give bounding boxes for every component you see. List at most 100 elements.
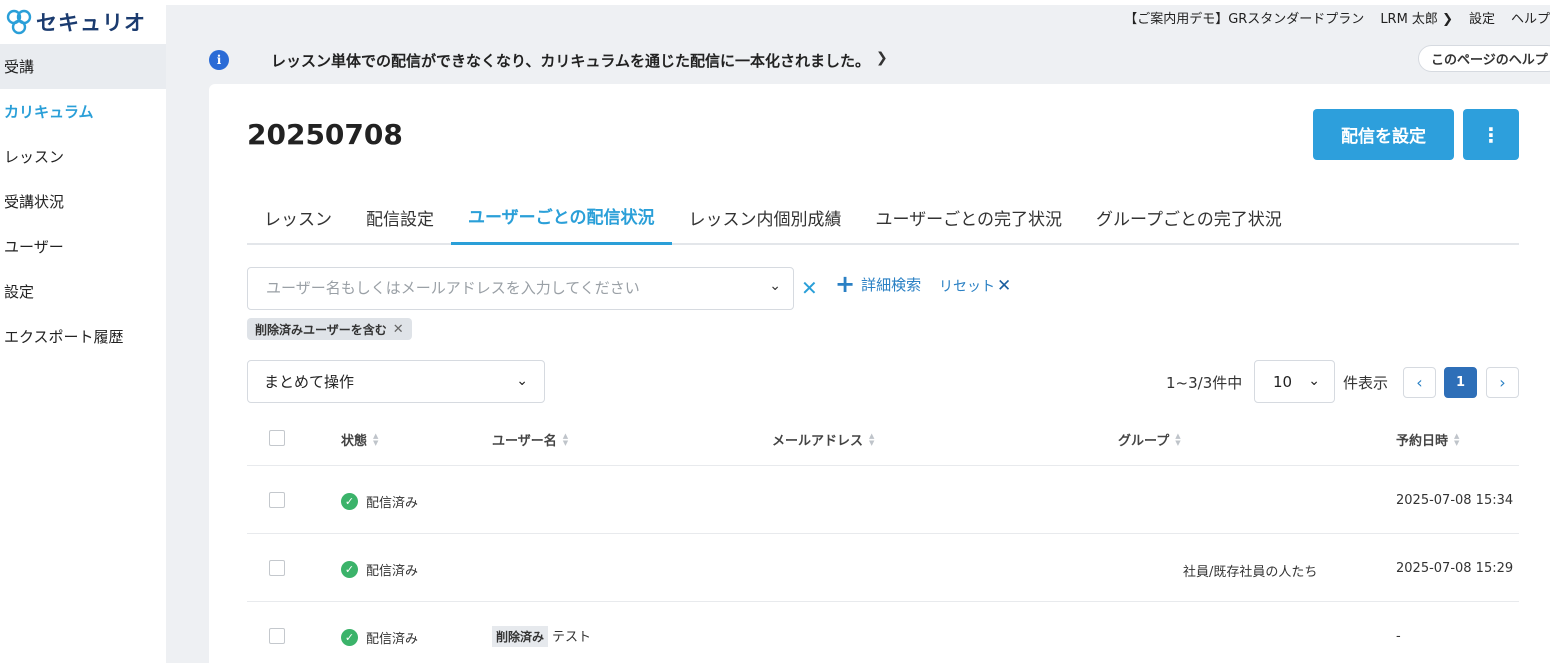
notice-text: レッスン単体での配信ができなくなり、カリキュラムを通じた配信に一本化されました。 <box>271 52 870 70</box>
group-cell: 社員/既存社員の人たち <box>1183 565 1318 580</box>
sidebar-item-label: レッスン <box>4 148 65 166</box>
plus-icon: + <box>835 270 856 298</box>
reserved-cell: 2025-07-08 15:29 <box>1396 561 1514 576</box>
remove-chip-icon[interactable]: ✕ <box>393 322 404 337</box>
main-card: 20250708 配信を設定 ⋮ レッスン 配信設定 ユーザーごとの配信状況 レ… <box>209 84 1550 663</box>
chip-label: 削除済みユーザーを含む <box>255 322 387 337</box>
table-header: 状態 ▲ ▼ ユーザー名 ▲ ▼ メールアドレス ▲ ▼ グループ ▲ ▼ 予約日時 ▲… <box>247 406 1519 466</box>
tab-lesson[interactable]: レッスン <box>247 189 349 245</box>
logo-people-icon <box>4 8 34 36</box>
page-help-button[interactable]: このページのヘルプ <box>1418 45 1550 72</box>
sort-icon: ▲ ▼ <box>1454 431 1460 447</box>
bulk-action-select[interactable]: まとめて操作 ⌄ <box>247 360 545 403</box>
user-search-select[interactable]: ⌄ <box>247 267 794 310</box>
reset-button[interactable]: リセット ✕ <box>939 276 1011 296</box>
sidebar-item-lesson[interactable]: レッスン <box>0 134 166 179</box>
delivery-table: 状態 ▲ ▼ ユーザー名 ▲ ▼ メールアドレス ▲ ▼ グループ ▲ ▼ 予約日時 ▲… <box>247 406 1519 663</box>
top-right-menu: 【ご案内用デモ】GRスタンダードプラン LRM 太郎 ❯ 設定 ヘルプ <box>1124 8 1550 27</box>
settings-link[interactable]: 設定 <box>1469 8 1495 27</box>
check-circle-icon: ✓ <box>341 493 358 510</box>
status-text: 配信済み <box>366 564 419 579</box>
sidebar-item-label: 設定 <box>4 283 35 301</box>
status-cell: ✓ 配信済み <box>341 492 418 511</box>
tab-bar: レッスン 配信設定 ユーザーごとの配信状況 レッスン内個別成績 ユーザーごとの完… <box>247 189 1519 245</box>
chevron-down-icon: ⌄ <box>1308 373 1320 389</box>
sidebar-item-curriculum[interactable]: カリキュラム <box>0 89 166 134</box>
header-reserved[interactable]: 予約日時 ▲ ▼ <box>1396 430 1459 449</box>
reset-label: リセット <box>939 279 995 295</box>
tab-user-completion[interactable]: ユーザーごとの完了状況 <box>859 189 1080 245</box>
user-name[interactable]: テスト <box>552 630 591 645</box>
table-row: ✓ 配信済み 2025-07-08 15:34 <box>247 466 1519 534</box>
page-1-button[interactable]: 1 <box>1444 367 1477 398</box>
sidebar-item-label: カリキュラム <box>4 103 94 121</box>
next-page-button[interactable]: › <box>1486 367 1519 398</box>
clear-search-icon[interactable]: ✕ <box>801 276 818 300</box>
status-cell: ✓ 配信済み <box>341 628 418 647</box>
sidebar-item-label: ユーザー <box>4 238 64 256</box>
table-row: ✓ 配信済み 削除済み テスト - <box>247 602 1519 663</box>
page-size-select[interactable]: 10 ⌄ <box>1254 360 1335 403</box>
page-title: 20250708 <box>247 118 403 151</box>
logo-text: セキュリオ <box>36 11 146 35</box>
status-text: 配信済み <box>366 632 419 647</box>
status-cell: ✓ 配信済み <box>341 560 418 579</box>
close-icon: ✕ <box>997 276 1012 296</box>
sidebar-item-label: エクスポート履歴 <box>4 328 124 346</box>
row-checkbox[interactable] <box>269 492 285 508</box>
sort-icon: ▲ ▼ <box>869 431 875 447</box>
user-cell[interactable]: 削除済み テスト <box>492 626 591 647</box>
select-all-checkbox[interactable] <box>269 430 285 446</box>
tab-group-completion[interactable]: グループごとの完了状況 <box>1079 189 1299 245</box>
status-text: 配信済み <box>366 496 419 511</box>
header-label: 予約日時 <box>1396 434 1449 449</box>
check-circle-icon: ✓ <box>341 561 358 578</box>
sidebar-item-export-history[interactable]: エクスポート履歴 <box>0 314 166 359</box>
sidebar-item-label: 受講状況 <box>4 193 65 211</box>
header-status[interactable]: 状態 ▲ ▼ <box>341 430 378 449</box>
chevron-right-icon: › <box>1499 373 1506 392</box>
header-label: グループ <box>1118 434 1170 449</box>
tab-user-delivery-status[interactable]: ユーザーごとの配信状況 <box>451 189 672 245</box>
prev-page-button[interactable]: ‹ <box>1403 367 1436 398</box>
chevron-down-icon[interactable]: ❯ <box>876 50 888 66</box>
chevron-down-icon: ⌄ <box>516 373 528 389</box>
header-label: ユーザー名 <box>492 434 557 449</box>
tab-delivery-settings[interactable]: 配信設定 <box>349 189 451 245</box>
chevron-left-icon: ‹ <box>1416 373 1423 392</box>
plan-label: 【ご案内用デモ】GRスタンダードプラン <box>1124 12 1365 27</box>
sidebar-item-attend[interactable]: 受講 <box>0 44 166 89</box>
header-user[interactable]: ユーザー名 ▲ ▼ <box>492 430 568 449</box>
help-link[interactable]: ヘルプ <box>1511 8 1550 27</box>
user-menu[interactable]: LRM 太郎 ❯ <box>1380 8 1453 27</box>
notice-bar: i レッスン単体での配信ができなくなり、カリキュラムを通じた配信に一本化されまし… <box>166 40 1550 80</box>
deleted-badge: 削除済み <box>492 626 549 647</box>
header-label: メールアドレス <box>772 434 864 449</box>
sidebar-item-progress[interactable]: 受講状況 <box>0 179 166 224</box>
advanced-search-label: 詳細検索 <box>861 275 922 294</box>
sidebar-item-users[interactable]: ユーザー <box>0 224 166 269</box>
table-row: ✓ 配信済み 社員/既存社員の人たち 2025-07-08 15:29 <box>247 534 1519 602</box>
row-checkbox[interactable] <box>269 628 285 644</box>
header-label: 状態 <box>341 434 368 449</box>
check-circle-icon: ✓ <box>341 629 358 646</box>
header-group[interactable]: グループ ▲ ▼ <box>1118 430 1181 449</box>
row-checkbox[interactable] <box>269 560 285 576</box>
advanced-search-button[interactable]: + 詳細検索 <box>835 270 922 298</box>
sidebar: セキュリオ 受講 カリキュラム レッスン 受講状況 ユーザー 設定 エクスポート… <box>0 0 166 663</box>
sidebar-item-label: 受講 <box>4 58 35 76</box>
result-count: 1~3/3件中 <box>1166 374 1243 392</box>
more-options-button[interactable]: ⋮ <box>1463 109 1519 160</box>
sidebar-item-settings[interactable]: 設定 <box>0 269 166 314</box>
chevron-down-icon[interactable]: ⌄ <box>769 278 781 294</box>
sort-icon: ▲ ▼ <box>1175 431 1181 447</box>
bulk-action-label: まとめて操作 <box>264 373 355 391</box>
tab-lesson-scores[interactable]: レッスン内個別成績 <box>672 189 859 245</box>
top-strip <box>166 0 1550 5</box>
search-input[interactable] <box>266 279 746 297</box>
filter-chip-include-deleted: 削除済みユーザーを含む ✕ <box>247 318 412 340</box>
header-email[interactable]: メールアドレス ▲ ▼ <box>772 430 874 449</box>
set-delivery-button[interactable]: 配信を設定 <box>1313 109 1454 160</box>
app-logo[interactable]: セキュリオ <box>0 0 166 44</box>
reserved-cell: - <box>1396 629 1401 644</box>
